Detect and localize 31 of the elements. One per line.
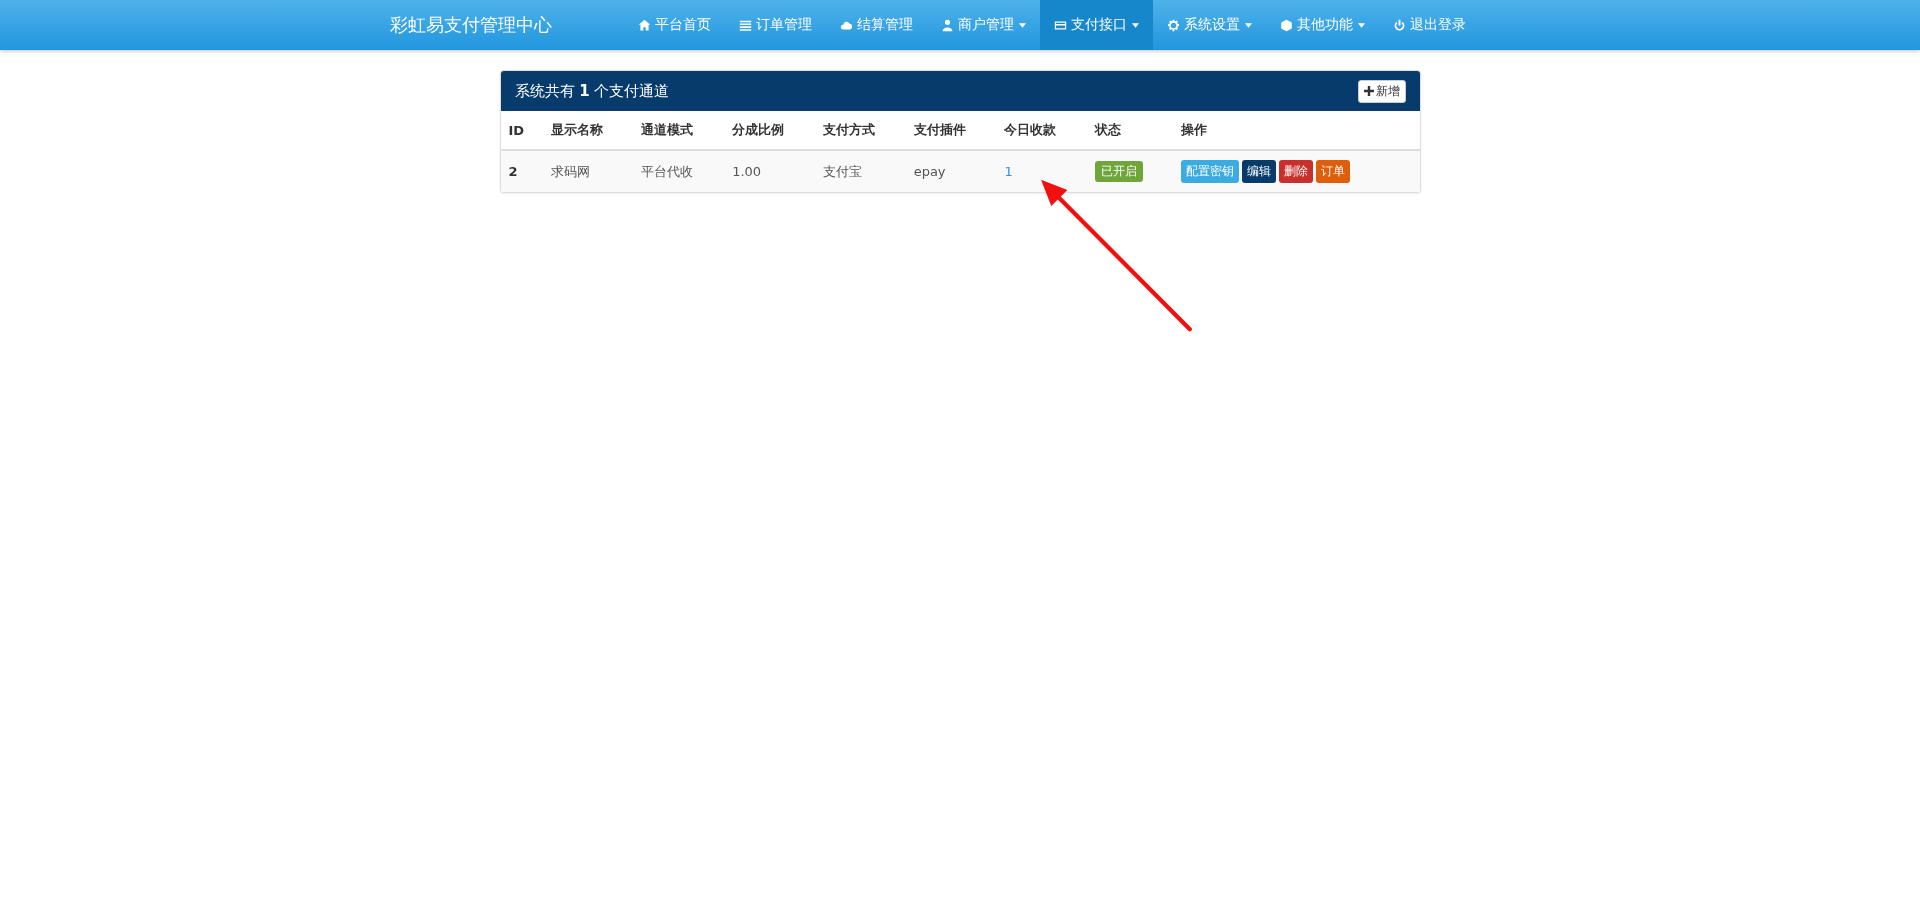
user-icon — [941, 18, 954, 32]
nav-item[interactable]: 商户管理 — [927, 0, 1040, 50]
table-cell: 支付宝 — [814, 150, 906, 192]
nav-item[interactable]: 平台首页 — [624, 0, 725, 50]
status-badge[interactable]: 已开启 — [1095, 161, 1144, 182]
action-button[interactable]: 编辑 — [1241, 160, 1276, 183]
action-button[interactable]: 订单 — [1315, 160, 1350, 183]
today-amount-link[interactable]: 1 — [1004, 164, 1013, 179]
card-icon — [1054, 18, 1067, 32]
nav-item[interactable]: 系统设置 — [1153, 0, 1266, 50]
brand-title[interactable]: 彩虹易支付管理中心 — [390, 13, 552, 37]
table-cell: 求码网 — [542, 150, 634, 192]
nav-item[interactable]: 支付接口 — [1040, 0, 1153, 50]
action-button[interactable]: 删除 — [1278, 160, 1313, 183]
cube-icon — [1280, 18, 1293, 32]
nav-item[interactable]: 退出登录 — [1379, 0, 1480, 50]
table-cell: epay — [905, 150, 997, 192]
action-button[interactable]: 配置密钥 — [1180, 160, 1239, 183]
panel-title: 系统共有 1 个支付通道 — [514, 81, 670, 101]
nav-item[interactable]: 结算管理 — [826, 0, 927, 50]
nav-item[interactable]: 其他功能 — [1266, 0, 1379, 50]
nav-item[interactable]: 订单管理 — [725, 0, 826, 50]
home-icon — [638, 18, 651, 32]
add-button[interactable]: 新增 — [1357, 79, 1406, 103]
settings-icon — [1167, 18, 1180, 32]
table-cell: 平台代收 — [633, 150, 725, 192]
power-icon — [1393, 18, 1406, 32]
table-cell: 1.00 — [724, 150, 815, 192]
table-cell: 2 — [500, 150, 543, 192]
plus-icon — [1363, 86, 1374, 96]
list-icon — [739, 18, 752, 32]
